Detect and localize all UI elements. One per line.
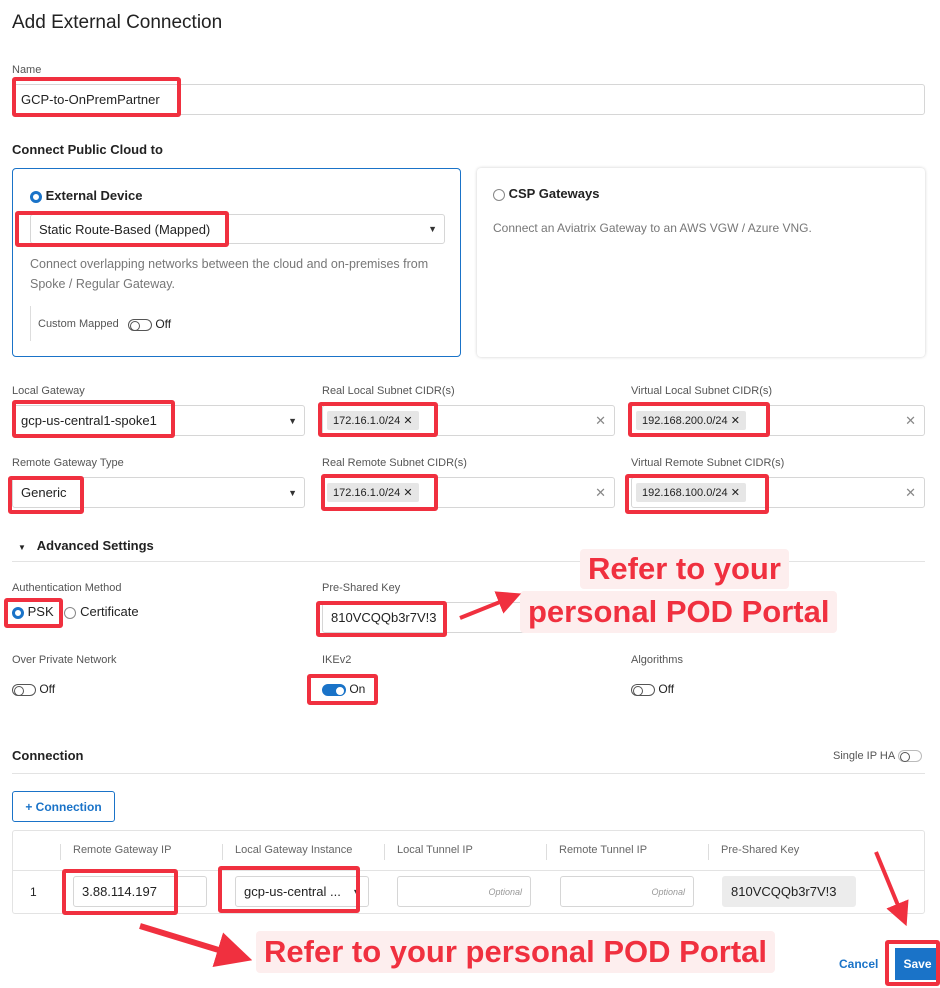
- arrow-icon: [874, 851, 909, 927]
- arrow-icon: [459, 591, 522, 620]
- arrow-icon: [139, 923, 253, 967]
- annotation-arrows: [139, 591, 909, 967]
